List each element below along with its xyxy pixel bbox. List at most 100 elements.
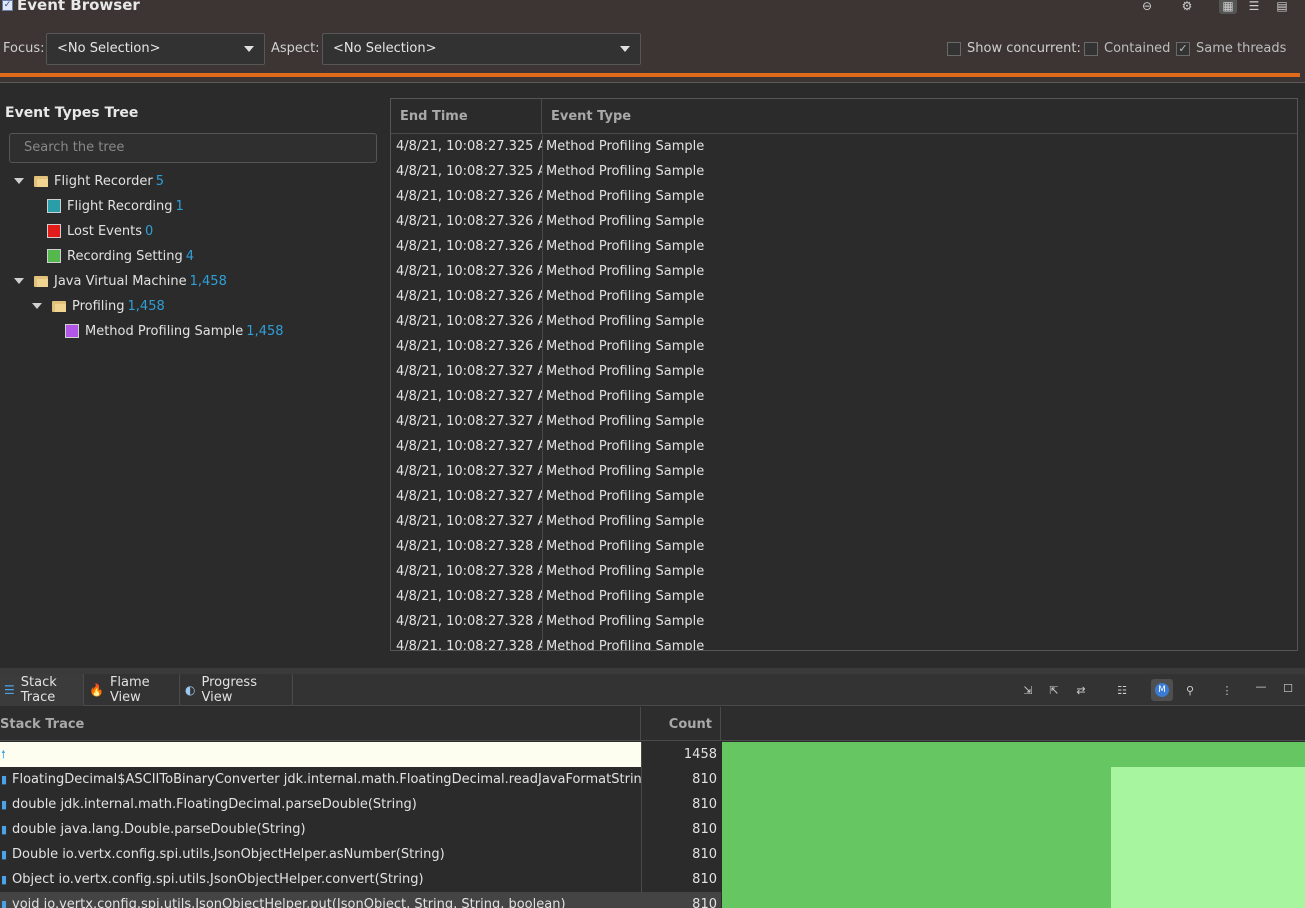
aspect-dropdown[interactable]: <No Selection>: [322, 33, 641, 65]
reverse-icon[interactable]: ⇄: [1073, 682, 1089, 698]
chevron-down-icon: [244, 46, 254, 52]
table-row[interactable]: 4/8/21, 10:08:27.326 AM Method Profiling …: [391, 310, 1297, 335]
event-type-cell: Method Profiling Sample: [546, 389, 705, 404]
tree-node-count: 1: [175, 198, 184, 214]
stack-trace-row[interactable]: Object io.vertx.config.spi.utils.JsonObj…: [0, 867, 721, 892]
color-swatch-icon: [47, 249, 61, 263]
minimize-circle-icon[interactable]: ⊖: [1138, 0, 1156, 14]
stack-frame-text: FloatingDecimal$ASCIIToBinaryConverter j…: [12, 772, 641, 787]
layout-single-icon[interactable]: ▤: [1273, 0, 1291, 14]
frame-count: 810: [692, 797, 717, 812]
stack-trace-row[interactable]: double java.lang.Double.parseDouble(Stri…: [0, 817, 721, 842]
expand-all-icon[interactable]: ⇲: [1020, 682, 1036, 698]
end-time-cell: 4/8/21, 10:08:27.328 AM: [396, 639, 542, 651]
tab-stack-trace[interactable]: ☰ Stack Trace: [0, 674, 84, 706]
expand-triangle-icon[interactable]: [14, 178, 24, 184]
end-time-cell: 4/8/21, 10:08:27.327 AM: [396, 439, 542, 454]
table-row[interactable]: 4/8/21, 10:08:27.327 AM Method Profiling …: [391, 410, 1297, 435]
focus-dropdown[interactable]: <No Selection>: [46, 33, 265, 65]
table-row[interactable]: 4/8/21, 10:08:27.328 AM Method Profiling …: [391, 635, 1297, 651]
table-row[interactable]: 4/8/21, 10:08:27.326 AM Method Profiling …: [391, 260, 1297, 285]
table-row[interactable]: 4/8/21, 10:08:27.326 AM Method Profiling …: [391, 335, 1297, 360]
view-menu-icon[interactable]: ⋮: [1219, 682, 1235, 698]
tree-node-java-virtual-machine[interactable]: Java Virtual Machine 1,458: [14, 271, 227, 291]
end-time-cell: 4/8/21, 10:08:27.325 AM: [396, 164, 542, 179]
column-header-event-type[interactable]: Event Type: [542, 99, 1297, 134]
table-row[interactable]: 4/8/21, 10:08:27.325 AM Method Profiling …: [391, 160, 1297, 185]
end-time-cell: 4/8/21, 10:08:27.326 AM: [396, 289, 542, 304]
settings-icon[interactable]: ⚙: [1178, 0, 1196, 14]
frame-count: 810: [692, 772, 717, 787]
column-header-stack-trace[interactable]: Stack Trace: [0, 707, 641, 741]
group-icon[interactable]: ⇱: [1046, 682, 1062, 698]
table-row[interactable]: 4/8/21, 10:08:27.328 AM Method Profiling …: [391, 610, 1297, 635]
tab-progress-view[interactable]: ◐ Progress View: [180, 674, 293, 706]
frame-icon: ▮: [1, 798, 8, 811]
event-type-cell: Method Profiling Sample: [546, 364, 705, 379]
event-type-cell: Method Profiling Sample: [546, 589, 705, 604]
stack-trace-row[interactable]: 🠕 1458: [0, 742, 721, 767]
contained-checkbox[interactable]: Contained: [1084, 41, 1170, 56]
layout-columns-icon[interactable]: ▦: [1219, 0, 1237, 14]
tree-node-lost-events[interactable]: Lost Events 0: [47, 221, 153, 241]
column-header-end-time[interactable]: End Time: [391, 99, 542, 134]
table-row[interactable]: 4/8/21, 10:08:27.328 AM Method Profiling …: [391, 535, 1297, 560]
tree-layout-icon[interactable]: ☷: [1114, 682, 1130, 698]
show-concurrent-checkbox[interactable]: Show concurrent:: [947, 41, 1081, 56]
tree-node-method-profiling-sample[interactable]: Method Profiling Sample 1,458: [65, 321, 284, 341]
table-row[interactable]: 4/8/21, 10:08:27.328 AM Method Profiling …: [391, 585, 1297, 610]
tree-node-count: 4: [185, 248, 194, 264]
layout-rows-icon[interactable]: ☰: [1245, 0, 1263, 14]
expand-triangle-icon[interactable]: [32, 303, 42, 309]
table-row[interactable]: 4/8/21, 10:08:27.327 AM Method Profiling …: [391, 435, 1297, 460]
frame-count: 1458: [683, 747, 717, 762]
stack-trace-row[interactable]: double jdk.internal.math.FloatingDecimal…: [0, 792, 721, 817]
root-arrow-icon: 🠕: [1, 748, 6, 761]
table-row[interactable]: 4/8/21, 10:08:27.327 AM Method Profiling …: [391, 460, 1297, 485]
tree-node-profiling[interactable]: Profiling 1,458: [32, 296, 165, 316]
tree-node-flight-recording[interactable]: Flight Recording 1: [47, 196, 184, 216]
stack-trace-row[interactable]: void io.vertx.config.spi.utils.JsonObjec…: [0, 892, 721, 908]
table-row[interactable]: 4/8/21, 10:08:27.327 AM Method Profiling …: [391, 510, 1297, 535]
end-time-cell: 4/8/21, 10:08:27.328 AM: [396, 589, 542, 604]
table-row[interactable]: 4/8/21, 10:08:27.328 AM Method Profiling …: [391, 560, 1297, 585]
tree-node-flight-recorder[interactable]: Flight Recorder 5: [14, 171, 164, 191]
table-row[interactable]: 4/8/21, 10:08:27.326 AM Method Profiling …: [391, 210, 1297, 235]
table-row[interactable]: 4/8/21, 10:08:27.326 AM Method Profiling …: [391, 235, 1297, 260]
end-time-cell: 4/8/21, 10:08:27.326 AM: [396, 264, 542, 279]
checkbox-box-checked[interactable]: ✓: [1176, 41, 1190, 56]
table-row[interactable]: 4/8/21, 10:08:27.327 AM Method Profiling …: [391, 360, 1297, 385]
tab-flame-view[interactable]: 🔥 Flame View: [84, 674, 180, 706]
same-threads-label: Same threads: [1196, 41, 1287, 56]
table-row[interactable]: 4/8/21, 10:08:27.326 AM Method Profiling …: [391, 285, 1297, 310]
stack-trace-row[interactable]: Double io.vertx.config.spi.utils.JsonObj…: [0, 842, 721, 867]
expand-triangle-icon[interactable]: [14, 278, 24, 284]
frame-icon: ▮: [1, 823, 8, 836]
column-header-count[interactable]: Count: [641, 707, 721, 741]
events-table[interactable]: End Time Event Type 4/8/21, 10:08:27.325…: [390, 98, 1298, 651]
frame-count: 810: [692, 897, 717, 908]
checkbox-box[interactable]: [1084, 41, 1098, 56]
end-time-cell: 4/8/21, 10:08:27.326 AM: [396, 214, 542, 229]
checkbox-box[interactable]: [947, 41, 961, 56]
distinguish-frames-icon[interactable]: ⚲: [1182, 682, 1198, 698]
stack-trace-header: Stack Trace Count: [0, 707, 1305, 741]
end-time-cell: 4/8/21, 10:08:27.326 AM: [396, 239, 542, 254]
same-threads-checkbox[interactable]: ✓ Same threads: [1176, 41, 1286, 56]
table-row[interactable]: 4/8/21, 10:08:27.327 AM Method Profiling …: [391, 385, 1297, 410]
selection-highlight-bar: [0, 73, 1300, 77]
tab-label: Flame View: [109, 675, 150, 705]
contained-label: Contained: [1104, 41, 1171, 56]
minimize-icon[interactable]: —: [1253, 678, 1269, 694]
maximize-icon[interactable]: ☐: [1280, 680, 1296, 696]
table-row[interactable]: 4/8/21, 10:08:27.327 AM Method Profiling …: [391, 485, 1297, 510]
table-row[interactable]: 4/8/21, 10:08:27.325 AM Method Profiling …: [391, 135, 1297, 160]
tree-node-recording-setting[interactable]: Recording Setting 4: [47, 246, 194, 266]
end-time-cell: 4/8/21, 10:08:27.328 AM: [396, 564, 542, 579]
event-type-cell: Method Profiling Sample: [546, 139, 705, 154]
table-row[interactable]: 4/8/21, 10:08:27.326 AM Method Profiling …: [391, 185, 1297, 210]
stack-frame-text: [0, 742, 641, 767]
stack-trace-row[interactable]: FloatingDecimal$ASCIIToBinaryConverter j…: [0, 767, 721, 792]
method-icon[interactable]: M: [1151, 679, 1173, 701]
tree-search-input[interactable]: Search the tree: [9, 133, 377, 163]
